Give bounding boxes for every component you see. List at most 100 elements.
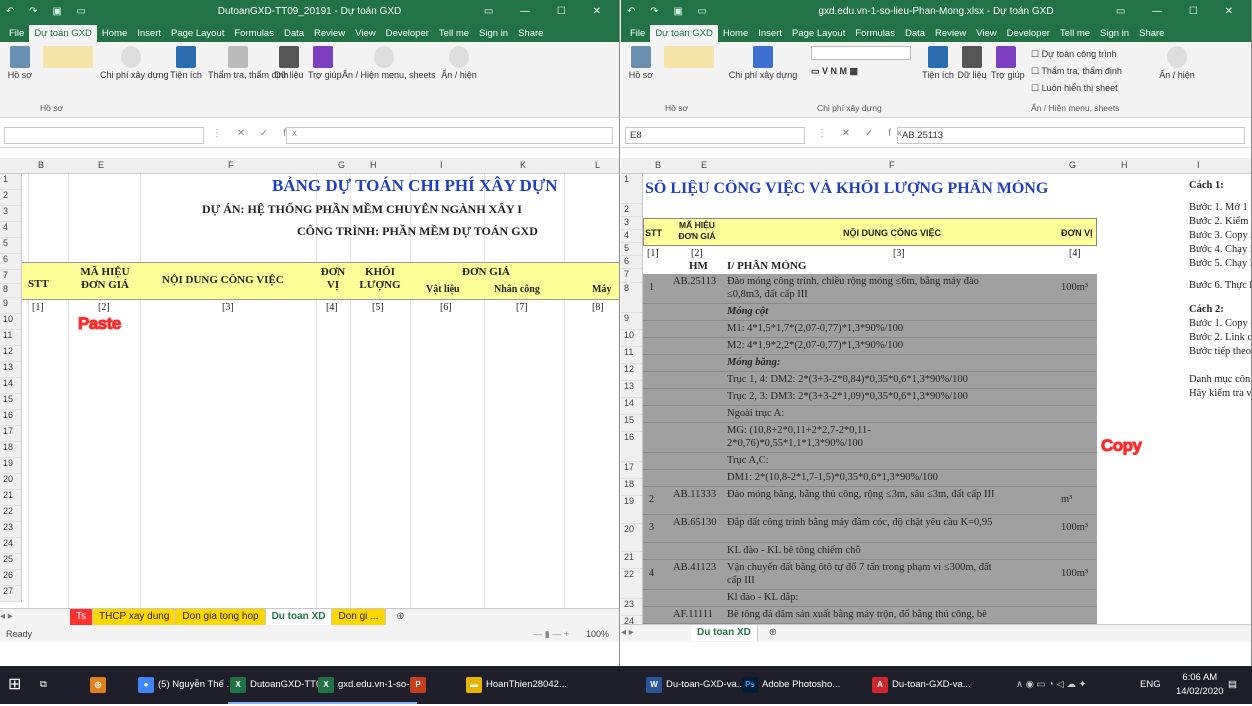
taskbar-item-pdf[interactable]: A Du-toan-GXD-va...: [870, 666, 971, 704]
row-header[interactable]: 4: [621, 230, 642, 243]
col-h[interactable]: H: [1121, 160, 1128, 170]
taskbar-item-chrome[interactable]: ● (5) Nguyễn Thế ...: [136, 666, 234, 704]
col-i[interactable]: I: [440, 160, 443, 170]
name-box[interactable]: E8: [625, 127, 805, 144]
clock[interactable]: 6:06 AM 14/02/2020: [1176, 666, 1224, 704]
sign-in[interactable]: Sign in: [474, 25, 513, 42]
tab-du-toan[interactable]: Dự toán GXD: [29, 25, 97, 42]
font-dropdown[interactable]: [811, 46, 911, 60]
row-header[interactable]: 22: [621, 569, 642, 599]
notification-icon[interactable]: ▤: [1228, 666, 1237, 704]
add-sheet-icon[interactable]: ⊕: [761, 627, 777, 638]
sheet-tab-thcp[interactable]: THCP xay dung: [93, 609, 177, 625]
table-row[interactable]: Móng cột: [643, 304, 1097, 321]
formula-input[interactable]: AB.25113: [897, 127, 1245, 144]
row-header[interactable]: 19: [0, 458, 21, 474]
language-indicator[interactable]: ENG: [1140, 666, 1161, 704]
table-row[interactable]: Ngoài trục A:: [643, 406, 1097, 423]
row-header[interactable]: 5: [0, 238, 21, 254]
table-row[interactable]: M2: 4*1,9*2,2*(2,07-0,77)*1,3*90%/100: [643, 338, 1097, 355]
task-view-icon[interactable]: ⧉: [40, 666, 47, 704]
col-g[interactable]: G: [1069, 160, 1076, 170]
format-tools[interactable]: [661, 46, 716, 70]
sheet-tab-ts[interactable]: Ts: [70, 609, 93, 625]
table-row[interactable]: 4 AB.41123 Vận chuyển đất bằng ôtô tự đổ 7…: [643, 560, 1097, 590]
table-row[interactable]: Trục A,C:: [643, 453, 1097, 470]
tab-file[interactable]: File: [625, 25, 650, 42]
row-header[interactable]: 10: [621, 330, 642, 347]
row-header[interactable]: 1: [0, 174, 21, 190]
an-hien-button[interactable]: Ẩn / hiện: [434, 46, 484, 81]
table-row[interactable]: DM1: 2*(10,8-2*1,7-1,5)*0,35*0,6*1,3*90%…: [643, 470, 1097, 487]
row-header[interactable]: 11: [621, 347, 642, 364]
row-header[interactable]: 21: [0, 490, 21, 506]
tab-review[interactable]: Review: [309, 25, 350, 42]
table-row[interactable]: Trục 1, 4: DM2: 2*(3+3-2*0,84)*0,35*0,6*…: [643, 372, 1097, 389]
format-buttons[interactable]: ▭ V N M ▦: [811, 66, 858, 76]
row-header[interactable]: 2: [0, 190, 21, 206]
tell-me[interactable]: Tell me: [434, 25, 474, 42]
row-header[interactable]: 13: [621, 381, 642, 398]
row-header[interactable]: 20: [621, 524, 642, 552]
row-header[interactable]: 9: [621, 313, 642, 330]
an-hien-menu-button[interactable]: Ẩn / Hiện menu, sheets: [342, 46, 436, 81]
share-button[interactable]: Share: [1134, 25, 1169, 42]
row-header[interactable]: 26: [0, 570, 21, 586]
sheet-nav-arrows[interactable]: ◂ ▸: [621, 627, 691, 638]
row-header[interactable]: 2: [621, 204, 642, 217]
name-box[interactable]: [4, 127, 204, 144]
col-e[interactable]: E: [98, 160, 104, 170]
row-header[interactable]: 18: [0, 442, 21, 458]
row-header[interactable]: 17: [0, 426, 21, 442]
row-header[interactable]: 3: [621, 217, 642, 230]
tab-developer[interactable]: Developer: [381, 25, 434, 42]
tab-page-layout[interactable]: Page Layout: [787, 25, 850, 42]
row-header[interactable]: 10: [0, 314, 21, 330]
tab-insert[interactable]: Insert: [753, 25, 787, 42]
sheet-tab-du-toan-xd[interactable]: Du toan XD: [265, 609, 333, 625]
table-row[interactable]: 3 AB.65130 Đắp đất công trình bằng máy đầm…: [643, 515, 1097, 543]
tab-data[interactable]: Data: [900, 25, 930, 42]
taskbar-item-excel-1[interactable]: X DutoanGXD-TT0...: [228, 666, 330, 704]
row-header[interactable]: 12: [621, 364, 642, 381]
chi-phi-button[interactable]: Chi phí xây dựng: [721, 46, 805, 81]
tien-ich-button[interactable]: Tiện ích: [921, 46, 955, 81]
col-i[interactable]: I: [1197, 160, 1200, 170]
col-e[interactable]: E: [701, 160, 707, 170]
row-header[interactable]: 19: [621, 496, 642, 524]
table-row[interactable]: 1 AB.25113 Đào móng công trình, chiều rộng…: [643, 274, 1097, 304]
row-header[interactable]: 9: [0, 298, 21, 314]
col-f[interactable]: F: [889, 160, 895, 170]
zoom-slider[interactable]: — ▮ — +: [533, 626, 569, 642]
tro-giup-button[interactable]: Trợ giúp: [991, 46, 1025, 81]
row-header[interactable]: 13: [0, 362, 21, 378]
row-header[interactable]: 16: [621, 432, 642, 462]
window-controls[interactable]: ▭ — ☐ ✕: [1116, 0, 1245, 24]
table-row[interactable]: 2 AB.11333 Đào móng băng, bằng thủ công, r…: [643, 487, 1097, 515]
tab-formulas[interactable]: Formulas: [850, 25, 900, 42]
table-row[interactable]: Móng băng:: [643, 355, 1097, 372]
start-button[interactable]: ⊞: [8, 666, 21, 704]
row-header[interactable]: 4: [0, 222, 21, 238]
row-header[interactable]: 24: [0, 538, 21, 554]
du-lieu-button[interactable]: Dữ liệu: [272, 46, 306, 81]
row-header[interactable]: 6: [621, 256, 642, 269]
tell-me[interactable]: Tell me: [1055, 25, 1095, 42]
col-b[interactable]: B: [38, 160, 44, 170]
row-header[interactable]: 23: [0, 522, 21, 538]
col-k[interactable]: K: [520, 160, 526, 170]
format-tools[interactable]: [40, 46, 95, 70]
table-row[interactable]: M1: 4*1,5*1,7*(2,07-0,77)*1,3*90%/100: [643, 321, 1097, 338]
row-header[interactable]: 3: [0, 206, 21, 222]
taskbar-item-excel-2[interactable]: Xgxd.edu.vn-1-so-...: [316, 666, 418, 704]
row-header[interactable]: 8: [0, 284, 21, 298]
row-header[interactable]: 23: [621, 599, 642, 616]
share-button[interactable]: Share: [513, 25, 548, 42]
sheet-tab-du-toan-xd[interactable]: Du toan XD: [691, 625, 758, 641]
col-g[interactable]: G: [338, 160, 345, 170]
row-header[interactable]: 12: [0, 346, 21, 362]
tab-view[interactable]: View: [971, 25, 1001, 42]
tab-view[interactable]: View: [350, 25, 380, 42]
row-header[interactable]: 7: [0, 270, 21, 284]
check-du-toan[interactable]: ☐ Dự toán công trình: [1031, 46, 1141, 63]
